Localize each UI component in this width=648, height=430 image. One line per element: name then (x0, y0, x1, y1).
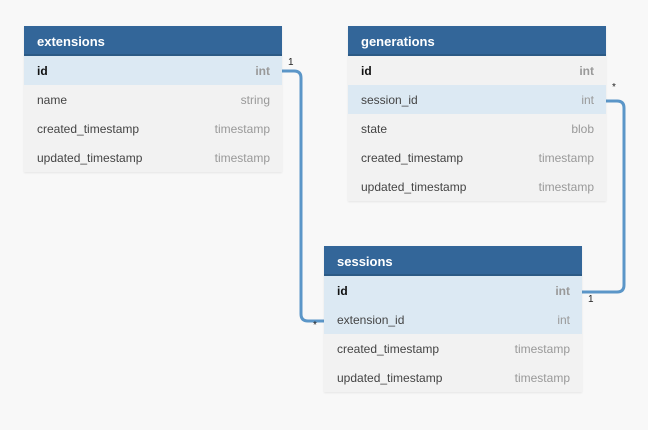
column-row[interactable]: updated_timestamp timestamp (324, 363, 582, 392)
column-name: created_timestamp (337, 341, 440, 356)
cardinality-label: * (612, 82, 616, 93)
column-row[interactable]: state blob (348, 114, 606, 143)
column-type: timestamp (514, 341, 570, 356)
cardinality-label: * (313, 320, 317, 331)
column-name: updated_timestamp (37, 150, 143, 165)
column-row[interactable]: id int (348, 56, 606, 85)
column-row[interactable]: updated_timestamp timestamp (348, 172, 606, 201)
column-name: updated_timestamp (361, 179, 467, 194)
column-row[interactable]: extension_id int (324, 305, 582, 334)
column-row[interactable]: id int (324, 276, 582, 305)
column-type: timestamp (214, 150, 270, 165)
column-name: id (361, 63, 372, 78)
entity-title[interactable]: generations (348, 26, 606, 56)
column-name: id (37, 63, 48, 78)
column-type: string (240, 92, 270, 107)
column-row[interactable]: created_timestamp timestamp (24, 114, 282, 143)
column-name: name (37, 92, 68, 107)
connector-extensions-to-sessions[interactable] (282, 69, 324, 323)
column-type: int (255, 63, 270, 78)
column-type: int (555, 283, 570, 298)
entity-title[interactable]: extensions (24, 26, 282, 56)
column-type: int (557, 312, 570, 327)
column-name: updated_timestamp (337, 370, 443, 385)
entity-sessions[interactable]: sessions id int extension_id int created… (324, 246, 582, 392)
column-type: timestamp (538, 150, 594, 165)
entity-extensions[interactable]: extensions id int name string created_ti… (24, 26, 282, 172)
cardinality-label: 1 (288, 57, 294, 68)
column-row[interactable]: updated_timestamp timestamp (24, 143, 282, 172)
column-row[interactable]: created_timestamp timestamp (348, 143, 606, 172)
entity-generations[interactable]: generations id int session_id int state … (348, 26, 606, 201)
column-row[interactable]: created_timestamp timestamp (324, 334, 582, 363)
column-row[interactable]: name string (24, 85, 282, 114)
column-row[interactable]: session_id int (348, 85, 606, 114)
cardinality-label: 1 (588, 294, 594, 305)
column-type: blob (571, 121, 594, 136)
column-name: extension_id (337, 312, 405, 327)
column-name: session_id (361, 92, 418, 107)
column-type: timestamp (514, 370, 570, 385)
column-name: state (361, 121, 388, 136)
column-name: id (337, 283, 348, 298)
column-type: int (581, 92, 594, 107)
column-name: created_timestamp (361, 150, 464, 165)
column-type: int (579, 63, 594, 78)
column-row[interactable]: id int (24, 56, 282, 85)
column-name: created_timestamp (37, 121, 140, 136)
column-type: timestamp (538, 179, 594, 194)
column-type: timestamp (214, 121, 270, 136)
entity-title[interactable]: sessions (324, 246, 582, 276)
